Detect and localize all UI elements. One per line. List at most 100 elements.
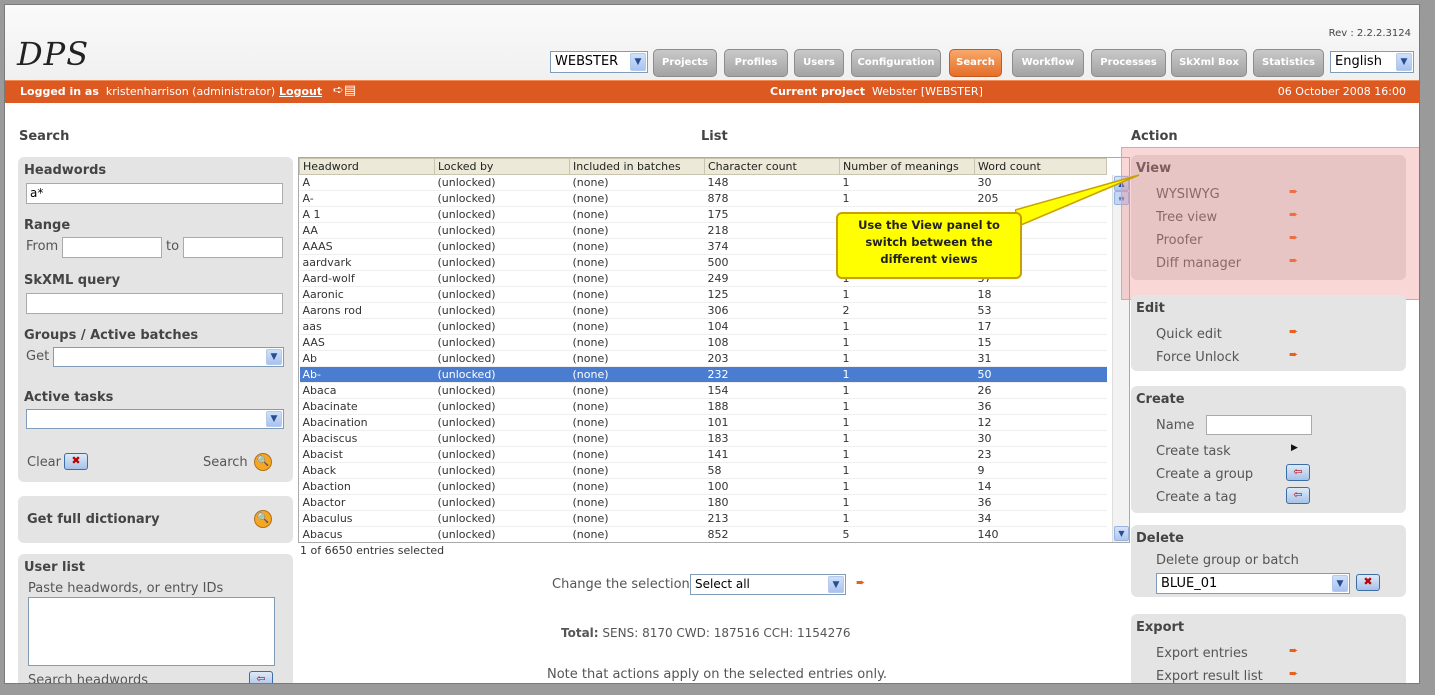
table-row[interactable]: Abacination (unlocked) (none) 101 1 12 (299, 414, 1107, 431)
change-selection-select[interactable]: Select all ▼ (690, 574, 846, 595)
arrow-right-icon[interactable]: ➨ (1289, 667, 1298, 680)
table-row[interactable]: Aaronic (unlocked) (none) 125 1 18 (299, 286, 1107, 303)
table-cell: Abaculus (299, 510, 435, 527)
column-header[interactable]: Headword (299, 158, 435, 175)
table-cell: (none) (569, 366, 705, 383)
column-header[interactable]: Locked by (434, 158, 570, 175)
scroll-down-icon[interactable]: ▼ (1114, 526, 1129, 541)
column-header[interactable]: Character count (704, 158, 840, 175)
export-result-link[interactable]: Export result list (1156, 669, 1263, 683)
delete-select[interactable]: BLUE_01 ▼ (1156, 573, 1350, 594)
delete-icon[interactable]: ✖ (1356, 574, 1380, 591)
groups-select[interactable]: ▼ (53, 347, 284, 367)
table-row[interactable]: AAS (unlocked) (none) 108 1 15 (299, 334, 1107, 351)
table-row[interactable]: Abaciscus (unlocked) (none) 183 1 30 (299, 430, 1107, 447)
table-cell: (unlocked) (434, 174, 570, 191)
triangle-right-icon[interactable]: ▶ (1291, 443, 1298, 453)
nav-projects[interactable]: Projects (653, 49, 717, 77)
create-tag-link[interactable]: Create a tag (1156, 490, 1237, 505)
column-header[interactable]: Included in batches (569, 158, 705, 175)
table-cell: (unlocked) (434, 382, 570, 399)
table-row[interactable]: Ab (unlocked) (none) 203 1 31 (299, 350, 1107, 367)
headwords-input[interactable]: a* (26, 183, 283, 204)
force-unlock-link[interactable]: Force Unlock (1156, 350, 1239, 365)
table-row[interactable]: A (unlocked) (none) 148 1 30 (299, 174, 1107, 191)
arrow-right-icon[interactable]: ➨ (856, 576, 865, 589)
range-from-input[interactable] (62, 237, 162, 258)
export-entries-link[interactable]: Export entries (1156, 646, 1248, 661)
skxml-input[interactable] (26, 293, 283, 314)
quick-edit-link[interactable]: Quick edit (1156, 327, 1222, 342)
table-cell: (none) (569, 398, 705, 415)
arrow-right-icon[interactable]: ➨ (1289, 325, 1298, 338)
table-cell: (none) (569, 350, 705, 367)
nav-configuration[interactable]: Configuration (851, 49, 941, 77)
user-list-textarea[interactable] (28, 597, 275, 666)
create-group-icon[interactable]: ⇦ (1286, 464, 1310, 481)
table-header-row: Headword Locked by Included in batches C… (299, 158, 1107, 175)
create-tag-icon[interactable]: ⇦ (1286, 487, 1310, 504)
create-task-link[interactable]: Create task (1156, 444, 1231, 459)
table-cell: Aard-wolf (299, 270, 435, 287)
arrow-right-icon[interactable]: ➨ (1289, 348, 1298, 361)
nav-search[interactable]: Search (949, 49, 1002, 77)
column-header[interactable]: Number of meanings (839, 158, 975, 175)
table-row[interactable]: Abaculus (unlocked) (none) 213 1 34 (299, 510, 1107, 527)
table-cell: (none) (569, 334, 705, 351)
create-group-link[interactable]: Create a group (1156, 467, 1253, 482)
user-list-label: User list (24, 560, 85, 575)
to-label: to (166, 239, 180, 254)
search-icon[interactable]: 🔍 (254, 453, 272, 471)
table-cell: Abactor (299, 494, 435, 511)
chevron-down-icon: ▼ (266, 349, 282, 365)
nav-users[interactable]: Users (794, 49, 844, 77)
table-row[interactable]: Aarons rod (unlocked) (none) 306 2 53 (299, 302, 1107, 319)
name-input[interactable] (1206, 415, 1312, 435)
clear-icon[interactable]: ✖ (64, 453, 88, 470)
table-cell: 30 (974, 430, 1107, 447)
table-cell: (unlocked) (434, 430, 570, 447)
table-cell: 14 (974, 478, 1107, 495)
active-tasks-select[interactable]: ▼ (26, 409, 284, 429)
table-row[interactable]: Ab- (unlocked) (none) 232 1 50 (299, 366, 1107, 383)
search-panel: Headwords a* Range From to SkXML query G… (18, 157, 293, 482)
table-cell: (unlocked) (434, 510, 570, 527)
range-to-input[interactable] (183, 237, 283, 258)
table-cell: (none) (569, 430, 705, 447)
table-row[interactable]: Abaca (unlocked) (none) 154 1 26 (299, 382, 1107, 399)
project-select[interactable]: WEBSTER ▼ (550, 51, 648, 73)
search-headwords-icon[interactable]: ⇦ (249, 671, 273, 683)
table-cell: 36 (974, 398, 1107, 415)
nav-processes[interactable]: Processes (1091, 49, 1166, 77)
nav-workflow[interactable]: Workflow (1012, 49, 1084, 77)
table-cell: 1 (839, 334, 975, 351)
table-row[interactable]: Abacus (unlocked) (none) 852 5 140 (299, 526, 1107, 542)
table-cell: 1 (839, 478, 975, 495)
chevron-down-icon: ▼ (1396, 53, 1412, 71)
arrow-right-icon[interactable]: ➨ (1289, 644, 1298, 657)
table-row[interactable]: Abacinate (unlocked) (none) 188 1 36 (299, 398, 1107, 415)
table-cell: 249 (704, 270, 840, 287)
search-icon[interactable]: 🔍 (254, 510, 272, 528)
skxml-label: SkXML query (24, 273, 121, 288)
nav-profiles[interactable]: Profiles (724, 49, 788, 77)
table-row[interactable]: Abacist (unlocked) (none) 141 1 23 (299, 446, 1107, 463)
groups-label: Groups / Active batches (24, 328, 199, 343)
table-cell: 306 (704, 302, 840, 319)
table-row[interactable]: Abactor (unlocked) (none) 180 1 36 (299, 494, 1107, 511)
language-select[interactable]: English ▼ (1330, 51, 1414, 73)
table-row[interactable]: Aback (unlocked) (none) 58 1 9 (299, 462, 1107, 479)
table-cell: (unlocked) (434, 478, 570, 495)
logout-link[interactable]: Logout (279, 85, 322, 98)
nav-skxml-box[interactable]: SkXml Box (1171, 49, 1247, 77)
table-row[interactable]: A- (unlocked) (none) 878 1 205 (299, 190, 1107, 207)
header: DPS Rev : 2.2.2.3124 WEBSTER ▼ Projects … (5, 5, 1419, 80)
edit-title: Edit (1136, 301, 1165, 316)
table-row[interactable]: aas (unlocked) (none) 104 1 17 (299, 318, 1107, 335)
delete-title: Delete (1136, 531, 1184, 546)
mailbox-icon[interactable]: ➪▤ (333, 83, 356, 98)
export-title: Export (1136, 620, 1185, 635)
nav-statistics[interactable]: Statistics (1253, 49, 1324, 77)
table-cell: (unlocked) (434, 206, 570, 223)
table-row[interactable]: Abaction (unlocked) (none) 100 1 14 (299, 478, 1107, 495)
